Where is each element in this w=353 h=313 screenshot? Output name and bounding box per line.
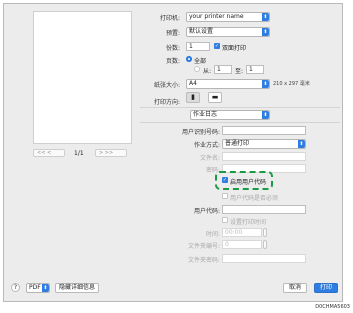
chevron-down-icon: ⬍ (262, 28, 269, 36)
divider (140, 107, 340, 108)
preset-value: 默认设置 (189, 28, 214, 35)
pdf-menu-button[interactable]: PDF ⬍ (26, 283, 50, 293)
pages-to-input[interactable]: 1 (246, 65, 264, 74)
printer-label: 打印机: (159, 15, 180, 22)
job-type-value: 普通打印 (225, 140, 250, 147)
chevron-down-icon: ⬍ (262, 80, 269, 88)
user-id-input[interactable] (222, 126, 306, 135)
section-popup[interactable]: 作业日志 ⬍ (190, 110, 270, 120)
portrait-orientation-button[interactable]: ▮ (186, 92, 200, 103)
pages-all-radio[interactable] (186, 56, 192, 62)
folder-password-input[interactable] (222, 254, 306, 263)
page-indicator: 1/1 (74, 150, 84, 157)
folder-number-stepper[interactable] (263, 240, 267, 249)
copies-input[interactable]: 1 (186, 42, 210, 51)
time-input[interactable]: 00:00 (222, 228, 262, 237)
chevron-down-icon: ⬍ (298, 140, 305, 148)
orientation-label: 打印方向: (153, 99, 180, 106)
paper-size-popup[interactable]: A4 ⬍ (186, 79, 270, 89)
use-user-code-checkbox[interactable]: ✓ (222, 177, 228, 183)
set-print-time-label: 设置打印时间 (230, 219, 267, 226)
paper-dimensions: 210 x 297 毫米 (273, 81, 310, 87)
preset-label: 预置: (165, 30, 180, 37)
user-id-label: 用户识别号码: (181, 129, 220, 136)
time-stepper[interactable] (263, 228, 267, 237)
pdf-label: PDF (29, 284, 41, 291)
job-type-popup[interactable]: 普通打印 ⬍ (222, 139, 306, 149)
preview-prev-label: << < (37, 150, 52, 156)
figure-code: D0CHMA5603 (315, 304, 350, 310)
preview-prev-button[interactable]: << < (33, 149, 65, 157)
copies-label: 份数: (165, 45, 180, 52)
pages-from-label: 从: (203, 68, 212, 75)
user-code-label: 用户代码: (193, 208, 220, 215)
help-button[interactable]: ? (11, 283, 20, 292)
page-preview (33, 11, 132, 144)
printer-popup[interactable]: your printer name ⬍ (186, 12, 270, 22)
landscape-orientation-icon: ▬ (211, 93, 219, 101)
pages-all-label: 全部 (194, 58, 207, 65)
preview-next-button[interactable]: > >> (95, 149, 127, 157)
duplex-checkbox[interactable]: ✓ (214, 43, 220, 49)
user-code-required-label: 用户代码是否必须 (230, 195, 279, 202)
job-type-label: 作业方式: (193, 142, 220, 149)
section-value: 作业日志 (193, 111, 218, 118)
duplex-label: 双面打印 (222, 45, 247, 52)
hide-details-button[interactable]: 隐藏详细信息 (55, 283, 99, 293)
folder-number-input[interactable]: 0 (222, 240, 262, 249)
pages-label: 页数: (165, 58, 180, 65)
landscape-orientation-button[interactable]: ▬ (208, 92, 222, 103)
chevron-down-icon: ⬍ (262, 111, 269, 119)
password-label: 密码: (205, 167, 220, 174)
cancel-button[interactable]: 取消 (283, 283, 307, 293)
user-code-input[interactable] (222, 205, 306, 214)
print-button[interactable]: 打印 (314, 283, 338, 293)
set-print-time-checkbox[interactable] (222, 217, 228, 223)
chevron-down-icon: ⬍ (42, 284, 49, 292)
file-name-label: 文件名: (199, 155, 220, 162)
use-user-code-label: 启用用户代码 (230, 179, 267, 186)
folder-password-label: 文件夹密码: (187, 257, 220, 264)
pages-range-radio[interactable] (194, 66, 200, 72)
pages-to-label: 至: (235, 68, 244, 75)
question-icon: ? (13, 284, 18, 291)
paper-size-label: 纸张大小: (153, 82, 180, 89)
portrait-orientation-icon: ▮ (191, 93, 195, 101)
chevron-down-icon: ⬍ (262, 13, 269, 21)
user-code-required-checkbox[interactable] (222, 193, 228, 199)
preset-popup[interactable]: 默认设置 ⬍ (186, 27, 270, 37)
file-name-input[interactable] (222, 152, 306, 161)
divider (140, 122, 340, 123)
paper-size-value: A4 (189, 80, 197, 87)
pages-from-input[interactable]: 1 (214, 65, 232, 74)
folder-number-label: 文件夹编号: (187, 243, 220, 250)
preview-next-label: > >> (99, 150, 114, 156)
printer-value: your printer name (189, 13, 244, 20)
time-label: 时间: (205, 231, 220, 238)
